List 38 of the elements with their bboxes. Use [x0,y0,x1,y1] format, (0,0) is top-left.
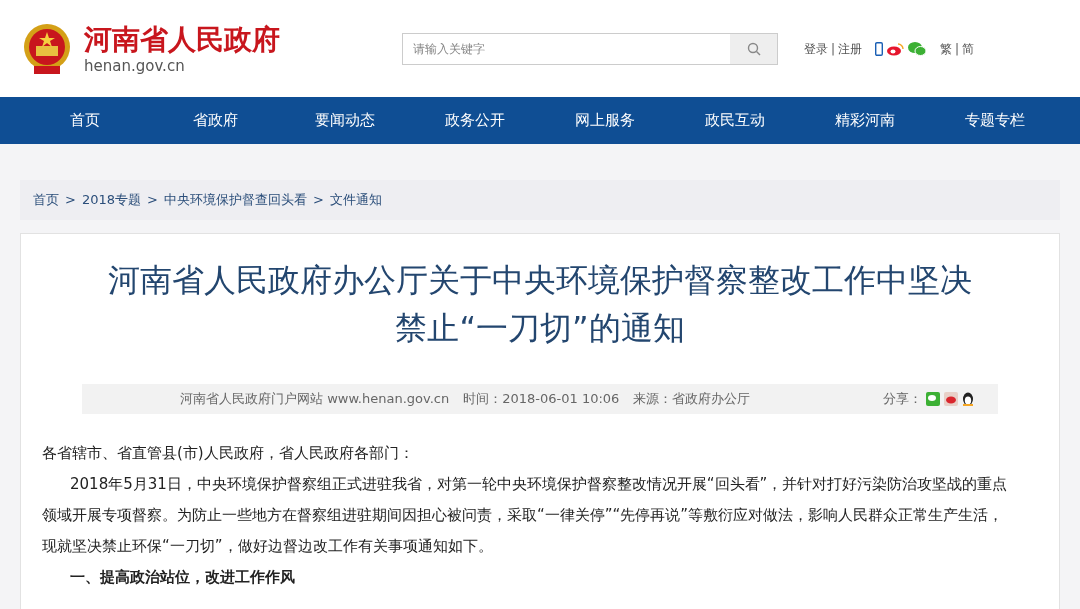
publisher-text: 河南省人民政府门户网站 www.henan.gov.cn [180,390,450,409]
weibo-share-icon[interactable] [944,392,958,406]
breadcrumb-link[interactable]: 文件通知 [329,190,382,210]
salutation: 各省辖市、省直管县(市)人民政府，省人民政府各部门： [42,443,415,464]
register-link[interactable]: 注册 [838,39,863,58]
traditional-chinese-link[interactable]: 繁 [940,39,953,58]
nav-item[interactable]: 精彩河南 [800,109,930,132]
breadcrumb-separator: > [147,191,158,210]
login-link[interactable]: 登录 [804,39,828,58]
penguin-share-icon[interactable] [962,392,974,406]
nav-item[interactable]: 要闻动态 [280,109,410,132]
source-text: 来源：省政府办公厅 [633,390,751,409]
breadcrumb-link[interactable]: 首页 [33,190,59,210]
emblem-icon [22,21,72,76]
body-paragraph: 2018年5月31日，中央环境保护督察组正式进驻我省，对第一轮中央环境保护督察整改情况开展“回头看”，并针对打好污染防治攻坚战的重点领域开展专项督察。为防止一些地方在督察组进驻期间因担心被问责，采取“一律关停”“先停再说”等敷衍应对做法，影响人民群众正常生产生活，现就坚决禁止环保“一刀切”，做好边督边改工作有关事项通知如下。 [42,474,1008,557]
nav-item[interactable]: 政务公开 [410,109,540,132]
wechat-share-icon[interactable] [926,392,940,406]
share-label: 分享： [883,390,922,409]
wechat-icon[interactable] [907,40,928,57]
breadcrumb-separator: > [312,191,324,210]
publish-time: 时间：2018-06-01 10:06 [463,390,620,409]
site-domain: henan.gov.cn [84,56,186,76]
weibo-icon[interactable] [886,41,905,56]
separator: | [955,40,960,58]
nav-item[interactable]: 网上服务 [540,109,670,132]
article-title: 河南省人民政府办公厅关于中央环境保护督察整改工作中坚决禁止“一刀切”的通知 [107,260,973,349]
section-heading: 一、提高政治站位，改进工作作风 [69,567,296,588]
site-name: 河南省人民政府 [84,21,280,57]
nav-item[interactable]: 省政府 [150,109,280,132]
nav-item[interactable]: 政民互动 [670,109,800,132]
breadcrumb-link[interactable]: 中央环境保护督查回头看 [163,190,307,210]
nav-item[interactable]: 专题专栏 [930,109,1060,132]
nav-item[interactable]: 首页 [20,109,150,132]
breadcrumb-link[interactable]: 2018专题 [81,190,141,210]
separator: | [831,40,836,58]
breadcrumb-separator: > [65,191,76,210]
phone-icon[interactable] [875,41,884,56]
simplified-chinese-link[interactable]: 简 [962,39,975,58]
